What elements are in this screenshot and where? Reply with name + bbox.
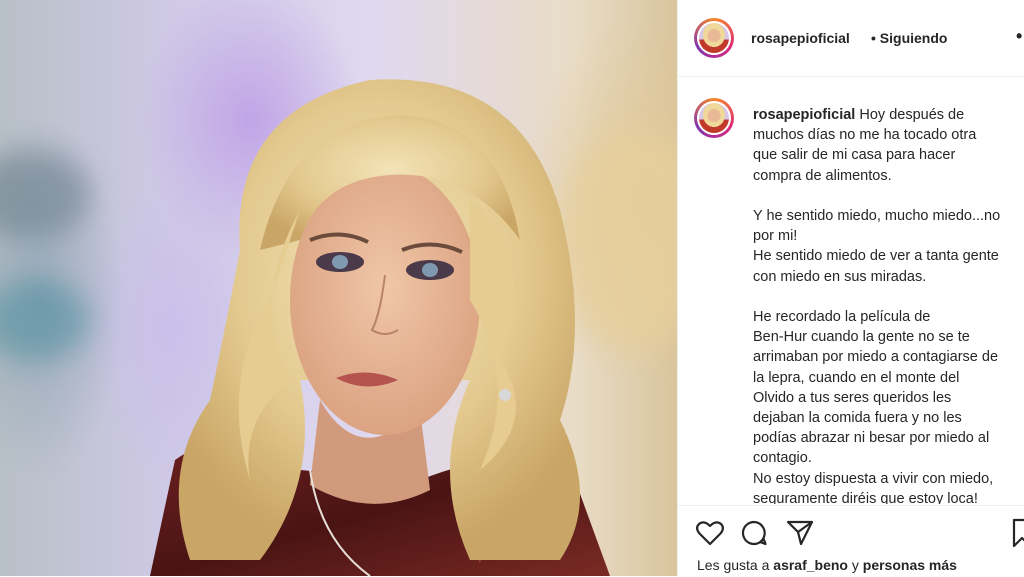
- likes-prefix: Les gusta a: [697, 557, 770, 573]
- separator-dot: •: [871, 30, 876, 46]
- caption-text: Hoy después de muchos días no me ha toca…: [753, 107, 1001, 504]
- likes-summary: Les gusta a asraf_beno y personas más: [697, 557, 957, 573]
- avatar[interactable]: [694, 18, 734, 58]
- caption-avatar[interactable]: [694, 98, 734, 138]
- portrait-illustration: [150, 79, 610, 576]
- comments-area[interactable]: rosapepioficial Hoy después de muchos dí…: [678, 90, 1024, 504]
- profile-photo: [699, 23, 729, 53]
- header-username[interactable]: rosapepioficial: [751, 30, 850, 46]
- follow-status[interactable]: • Siguiendo: [871, 30, 947, 46]
- post-caption: rosapepioficial Hoy después de muchos dí…: [753, 105, 1024, 504]
- post-side-panel: rosapepioficial • Siguiendo • rosapepiof…: [677, 0, 1024, 576]
- likes-connector: y: [851, 557, 859, 573]
- follow-status-label: Siguiendo: [879, 30, 948, 46]
- caption-username[interactable]: rosapepioficial: [753, 107, 855, 123]
- comment-icon[interactable]: [740, 519, 768, 547]
- profile-photo: [699, 103, 729, 133]
- more-icon[interactable]: •: [1016, 26, 1022, 47]
- likes-others-link[interactable]: personas más: [863, 557, 957, 573]
- bookmark-icon[interactable]: [1012, 518, 1024, 548]
- post-photo[interactable]: [0, 0, 677, 576]
- share-icon[interactable]: [786, 520, 814, 546]
- likes-user-link[interactable]: asraf_beno: [773, 557, 848, 573]
- post-header: rosapepioficial • Siguiendo •: [678, 0, 1024, 77]
- heart-icon[interactable]: [696, 520, 724, 546]
